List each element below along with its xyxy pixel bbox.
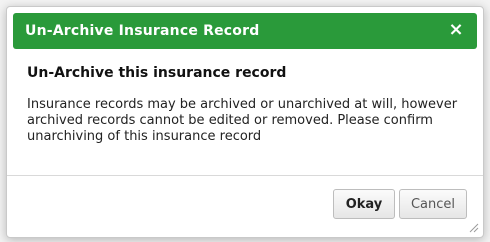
resize-grip-icon[interactable] <box>467 221 479 233</box>
dialog-divider <box>7 175 483 176</box>
dialog-heading: Un-Archive this insurance record <box>27 65 287 81</box>
dialog-message: Insurance records may be archived or una… <box>27 97 458 144</box>
okay-button[interactable]: Okay <box>333 189 395 219</box>
page-background: Un-Archive Insurance Record × Un-Archive… <box>0 0 490 242</box>
unarchive-dialog: Un-Archive Insurance Record × Un-Archive… <box>6 6 484 238</box>
dialog-titlebar[interactable]: Un-Archive Insurance Record × <box>13 13 477 49</box>
close-icon[interactable]: × <box>447 21 465 39</box>
dialog-content: Un-Archive this insurance record Insuran… <box>27 65 467 145</box>
dialog-title: Un-Archive Insurance Record <box>25 23 260 39</box>
cancel-button[interactable]: Cancel <box>399 189 467 219</box>
